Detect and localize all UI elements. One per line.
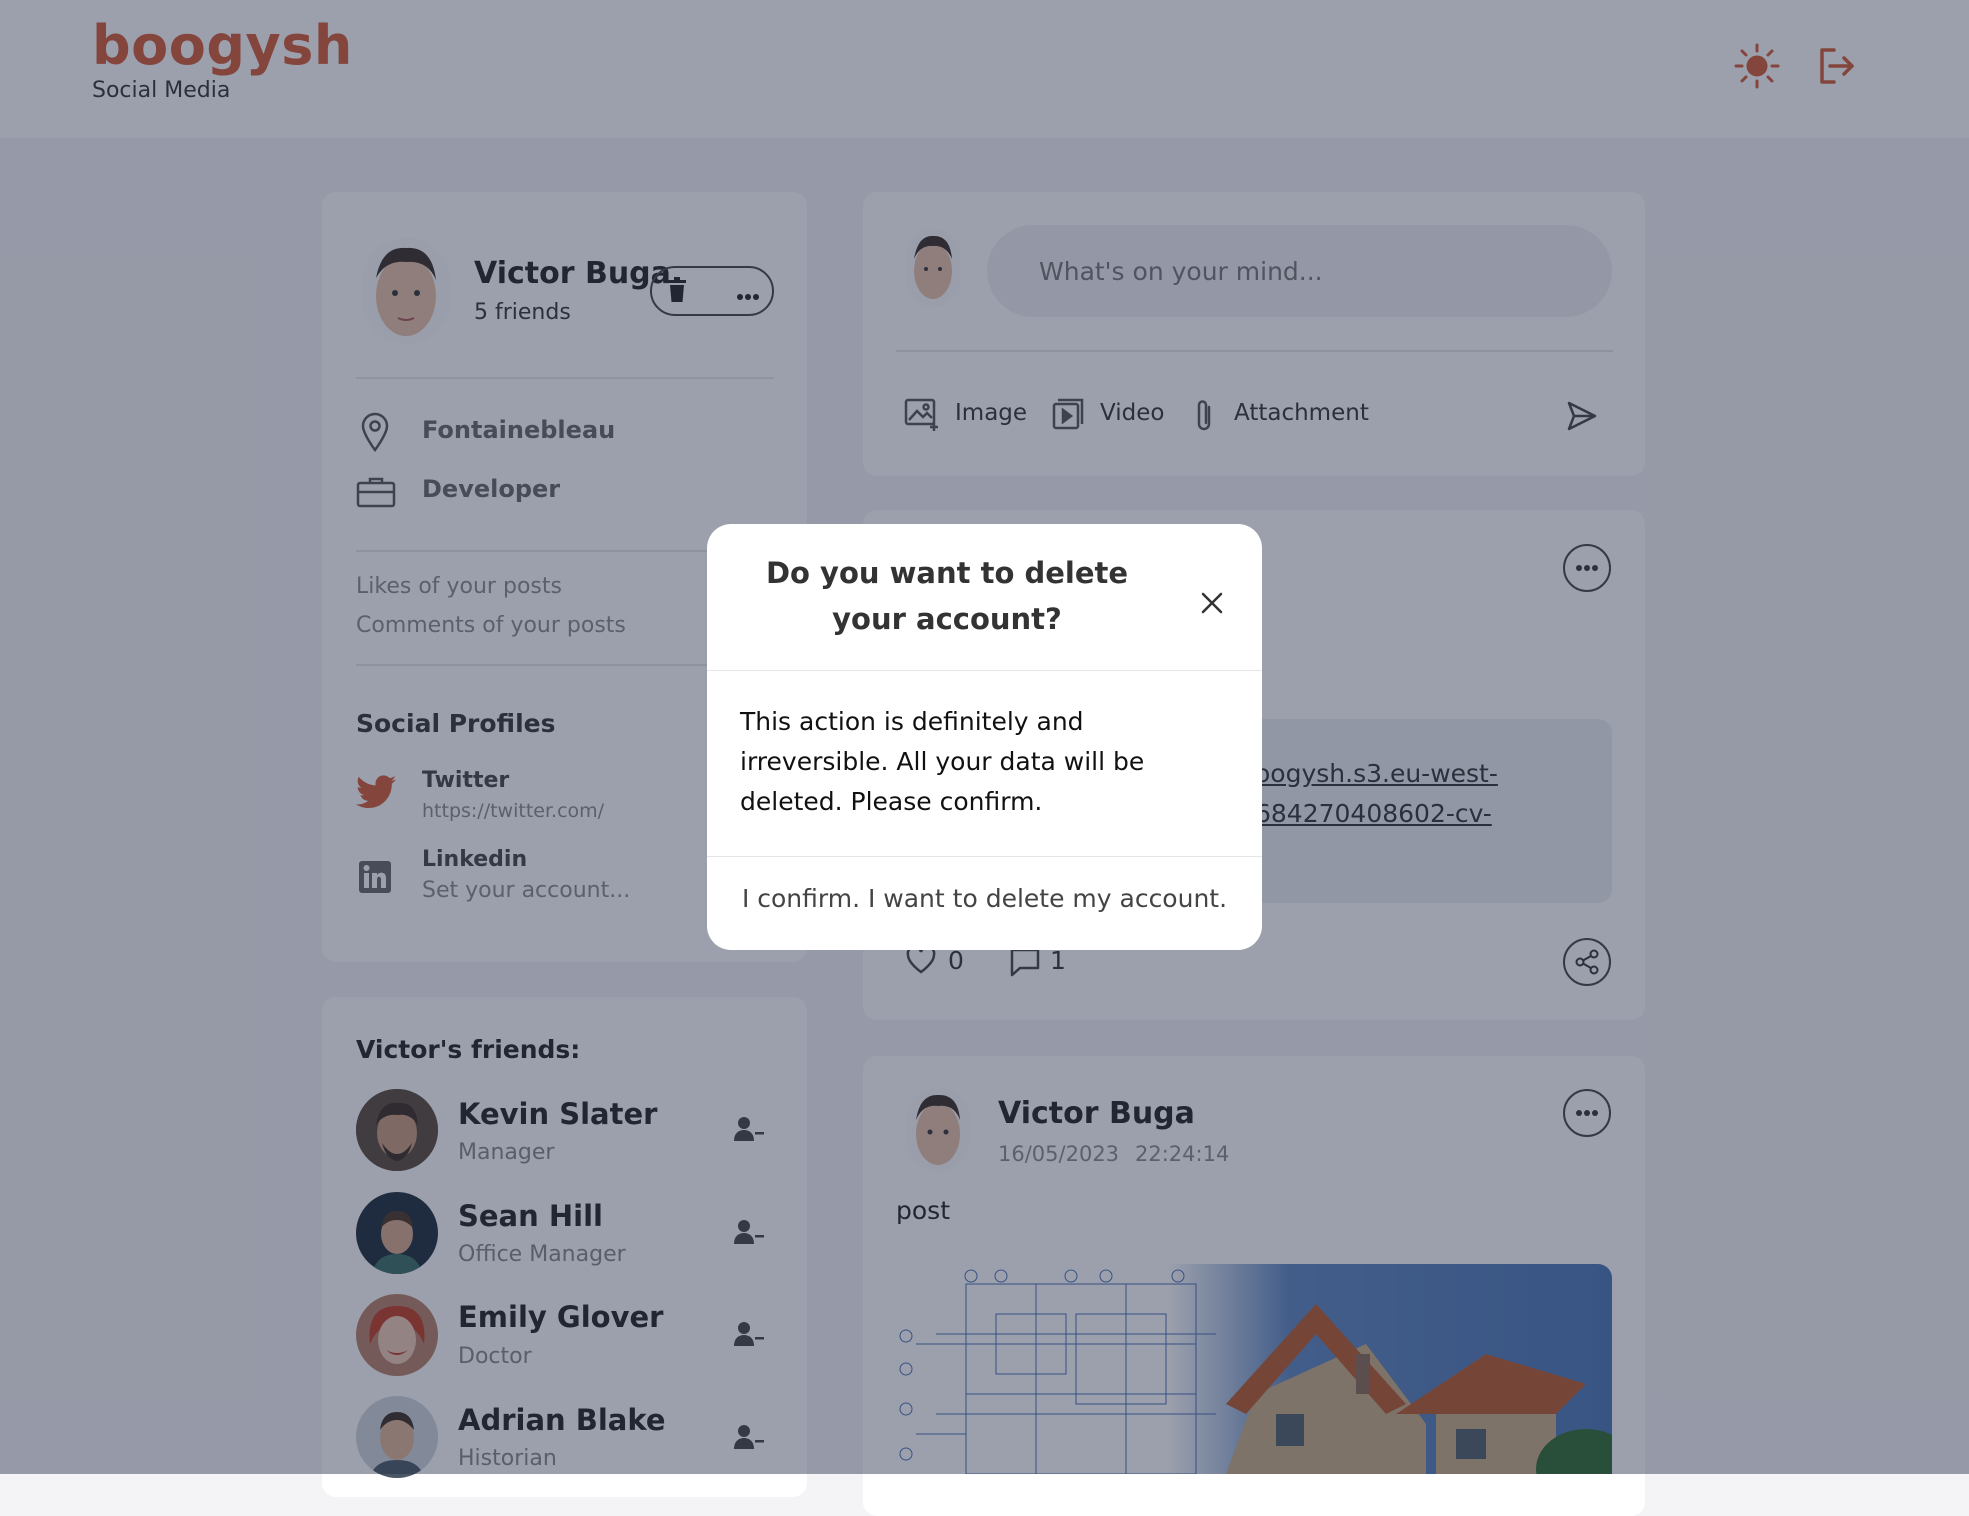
dialog-body: This action is definitely and irreversib… xyxy=(740,707,1145,816)
divider xyxy=(707,670,1262,671)
dialog-title: Do you want to delete your account? xyxy=(765,556,1129,636)
confirm-delete-button[interactable]: I confirm. I want to delete my account. xyxy=(707,884,1262,913)
close-icon[interactable] xyxy=(1197,588,1227,618)
delete-account-dialog: Do you want to delete your account? This… xyxy=(707,524,1262,950)
divider xyxy=(707,856,1262,857)
